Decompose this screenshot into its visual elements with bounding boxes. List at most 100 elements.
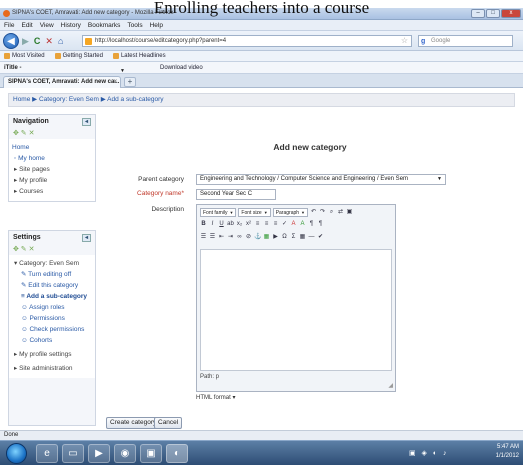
download-video-button[interactable]: Download video bbox=[160, 62, 203, 74]
align-right-icon[interactable]: ≡ bbox=[272, 221, 279, 228]
site-favicon-icon bbox=[85, 38, 92, 45]
link-icon[interactable]: ∞ bbox=[236, 234, 243, 241]
bookmark-latest-headlines[interactable]: Latest Headlines bbox=[112, 51, 166, 61]
menu-help[interactable]: Help bbox=[150, 20, 163, 30]
start-button[interactable] bbox=[6, 443, 27, 464]
menu-tools[interactable]: Tools bbox=[127, 20, 142, 30]
menu-edit[interactable]: Edit bbox=[21, 20, 32, 30]
dock-icon[interactable]: ◂ bbox=[82, 234, 91, 242]
paragraph-select[interactable]: Paragraph ▼ bbox=[272, 208, 309, 217]
reload-icon[interactable]: C bbox=[34, 35, 41, 47]
settings-category[interactable]: ▾ Category: Even Sem bbox=[12, 258, 92, 269]
special-char-icon[interactable]: Σ bbox=[290, 234, 297, 241]
home-icon[interactable]: ⌂ bbox=[58, 35, 63, 47]
back-button[interactable]: ◀ bbox=[3, 33, 19, 49]
strikethrough-icon[interactable]: ab bbox=[227, 221, 234, 228]
taskbar-chrome-icon[interactable]: ◉ bbox=[114, 444, 136, 463]
taskbar-ie-icon[interactable]: e bbox=[36, 444, 58, 463]
dock-icon[interactable]: ◂ bbox=[82, 118, 91, 126]
settings-assign-roles[interactable]: ☺ Assign roles bbox=[12, 302, 92, 313]
bookmark-star-icon[interactable]: ☆ bbox=[401, 36, 408, 46]
block-controls[interactable]: ✥ ✎ ✕ bbox=[9, 129, 95, 139]
resize-grip-icon[interactable]: ◢ bbox=[388, 382, 393, 389]
font-size-select[interactable]: Font size ▼ bbox=[238, 208, 271, 217]
page-content: Home ▶ Category: Even Sem ▶ Add a sub-ca… bbox=[0, 88, 523, 430]
settings-check-permissions[interactable]: ☺ Check permissions bbox=[12, 324, 92, 335]
bookmark-getting-started[interactable]: Getting Started bbox=[54, 51, 103, 61]
addon-toolbar: iTitle - ▼ Download video bbox=[0, 62, 523, 74]
subscript-icon[interactable]: x₂ bbox=[236, 221, 243, 228]
number-list-icon[interactable]: ☰ bbox=[209, 234, 216, 241]
settings-block: Settings ◂ ✥ ✎ ✕ ▾ Category: Even Sem ✎ … bbox=[8, 230, 96, 426]
find-icon[interactable]: ⌕ bbox=[328, 209, 335, 216]
stop-icon[interactable]: ✕ bbox=[45, 35, 53, 47]
fullscreen-icon[interactable]: ▣ bbox=[346, 209, 353, 216]
nav-item-site-pages[interactable]: ▸ Site pages bbox=[12, 164, 92, 175]
table-icon[interactable]: ▦ bbox=[299, 234, 306, 241]
font-family-select[interactable]: Font family ▼ bbox=[200, 208, 237, 217]
ltr-icon[interactable]: ¶ bbox=[308, 221, 315, 228]
url-bar[interactable]: http://localhost/course/editcategory.php… bbox=[82, 35, 412, 47]
taskbar-folder-icon[interactable]: ▭ bbox=[62, 444, 84, 463]
category-name-input[interactable]: Second Year Sec C bbox=[196, 189, 276, 200]
menu-file[interactable]: File bbox=[4, 20, 14, 30]
rtl-icon[interactable]: ¶ bbox=[317, 221, 324, 228]
text-color-icon[interactable]: A bbox=[290, 221, 297, 228]
settings-my-profile-settings[interactable]: ▸ My profile settings bbox=[12, 349, 92, 360]
tab-active[interactable]: SIPNA's COET, Amravati: Add new ca... × bbox=[3, 76, 121, 88]
tab-close-icon[interactable]: × bbox=[113, 77, 117, 88]
underline-icon[interactable]: U bbox=[218, 221, 225, 228]
equation-icon[interactable]: Ω bbox=[281, 234, 288, 241]
settings-permissions[interactable]: ☺ Permissions bbox=[12, 313, 92, 324]
text-format-select[interactable]: HTML format ▾ bbox=[196, 394, 235, 401]
align-left-icon[interactable]: ≡ bbox=[254, 221, 261, 228]
nav-home-link[interactable]: Home bbox=[12, 142, 92, 153]
parent-category-select[interactable]: Engineering and Technology / Computer Sc… bbox=[196, 174, 446, 185]
forward-icon[interactable]: ▶ bbox=[22, 35, 29, 47]
media-icon[interactable]: ▶ bbox=[272, 234, 279, 241]
clean-icon[interactable]: ✓ bbox=[281, 221, 288, 228]
nav-item-courses[interactable]: ▸ Courses bbox=[12, 186, 92, 197]
tray-icons[interactable]: ▣ ◈ ◐ ♪ bbox=[409, 449, 449, 458]
category-name-label: Category name* bbox=[137, 190, 184, 197]
redo-icon[interactable]: ↷ bbox=[319, 209, 326, 216]
spellcheck-icon[interactable]: ✔ bbox=[317, 234, 324, 241]
unlink-icon[interactable]: ⊘ bbox=[245, 234, 252, 241]
settings-turn-editing-off[interactable]: ✎ Turn editing off bbox=[12, 269, 92, 280]
italic-icon[interactable]: I bbox=[209, 221, 216, 228]
menu-bookmarks[interactable]: Bookmarks bbox=[88, 20, 121, 30]
itile-menu[interactable]: iTitle - bbox=[4, 62, 22, 74]
anchor-icon[interactable]: ⚓ bbox=[254, 234, 261, 241]
taskbar-media-icon[interactable]: ▶ bbox=[88, 444, 110, 463]
code-icon[interactable]: — bbox=[308, 234, 315, 241]
description-editor: Font family ▼ Font size ▼ Paragraph ▼ ↶ ↷ ⌕… bbox=[196, 204, 396, 392]
nav-item-my-home[interactable]: ◦ My home bbox=[12, 153, 92, 164]
align-center-icon[interactable]: ≡ bbox=[263, 221, 270, 228]
block-controls[interactable]: ✥ ✎ ✕ bbox=[9, 245, 95, 255]
taskbar-firefox-icon[interactable]: ◐ bbox=[166, 444, 188, 463]
bold-icon[interactable]: B bbox=[200, 221, 207, 228]
menu-history[interactable]: History bbox=[61, 20, 81, 30]
settings-cohorts[interactable]: ☺ Cohorts bbox=[12, 335, 92, 346]
search-input[interactable]: g Google bbox=[418, 35, 513, 47]
replace-icon[interactable]: ⇄ bbox=[337, 209, 344, 216]
description-textarea[interactable] bbox=[200, 249, 392, 371]
superscript-icon[interactable]: x² bbox=[245, 221, 252, 228]
highlight-icon[interactable]: A bbox=[299, 221, 306, 228]
taskbar-office-icon[interactable]: ▣ bbox=[140, 444, 162, 463]
bullet-list-icon[interactable]: ☰ bbox=[200, 234, 207, 241]
settings-add-subcategory[interactable]: ≡ Add a sub-category bbox=[12, 291, 92, 302]
image-icon[interactable]: ▦ bbox=[263, 234, 270, 241]
bookmark-most-visited[interactable]: Most Visited bbox=[4, 51, 45, 61]
indent-icon[interactable]: ⇥ bbox=[227, 234, 234, 241]
outdent-icon[interactable]: ⇤ bbox=[218, 234, 225, 241]
menu-view[interactable]: View bbox=[40, 20, 54, 30]
cancel-button[interactable]: Cancel bbox=[154, 417, 183, 429]
settings-edit-category[interactable]: ✎ Edit this category bbox=[12, 280, 92, 291]
settings-site-administration[interactable]: ▸ Site administration bbox=[12, 363, 92, 374]
new-tab-button[interactable]: + bbox=[124, 77, 136, 87]
nav-item-my-profile[interactable]: ▸ My profile bbox=[12, 175, 92, 186]
breadcrumb[interactable]: Home ▶ Category: Even Sem ▶ Add a sub-ca… bbox=[8, 93, 515, 107]
undo-icon[interactable]: ↶ bbox=[310, 209, 317, 216]
create-category-button[interactable]: Create category bbox=[106, 417, 161, 429]
